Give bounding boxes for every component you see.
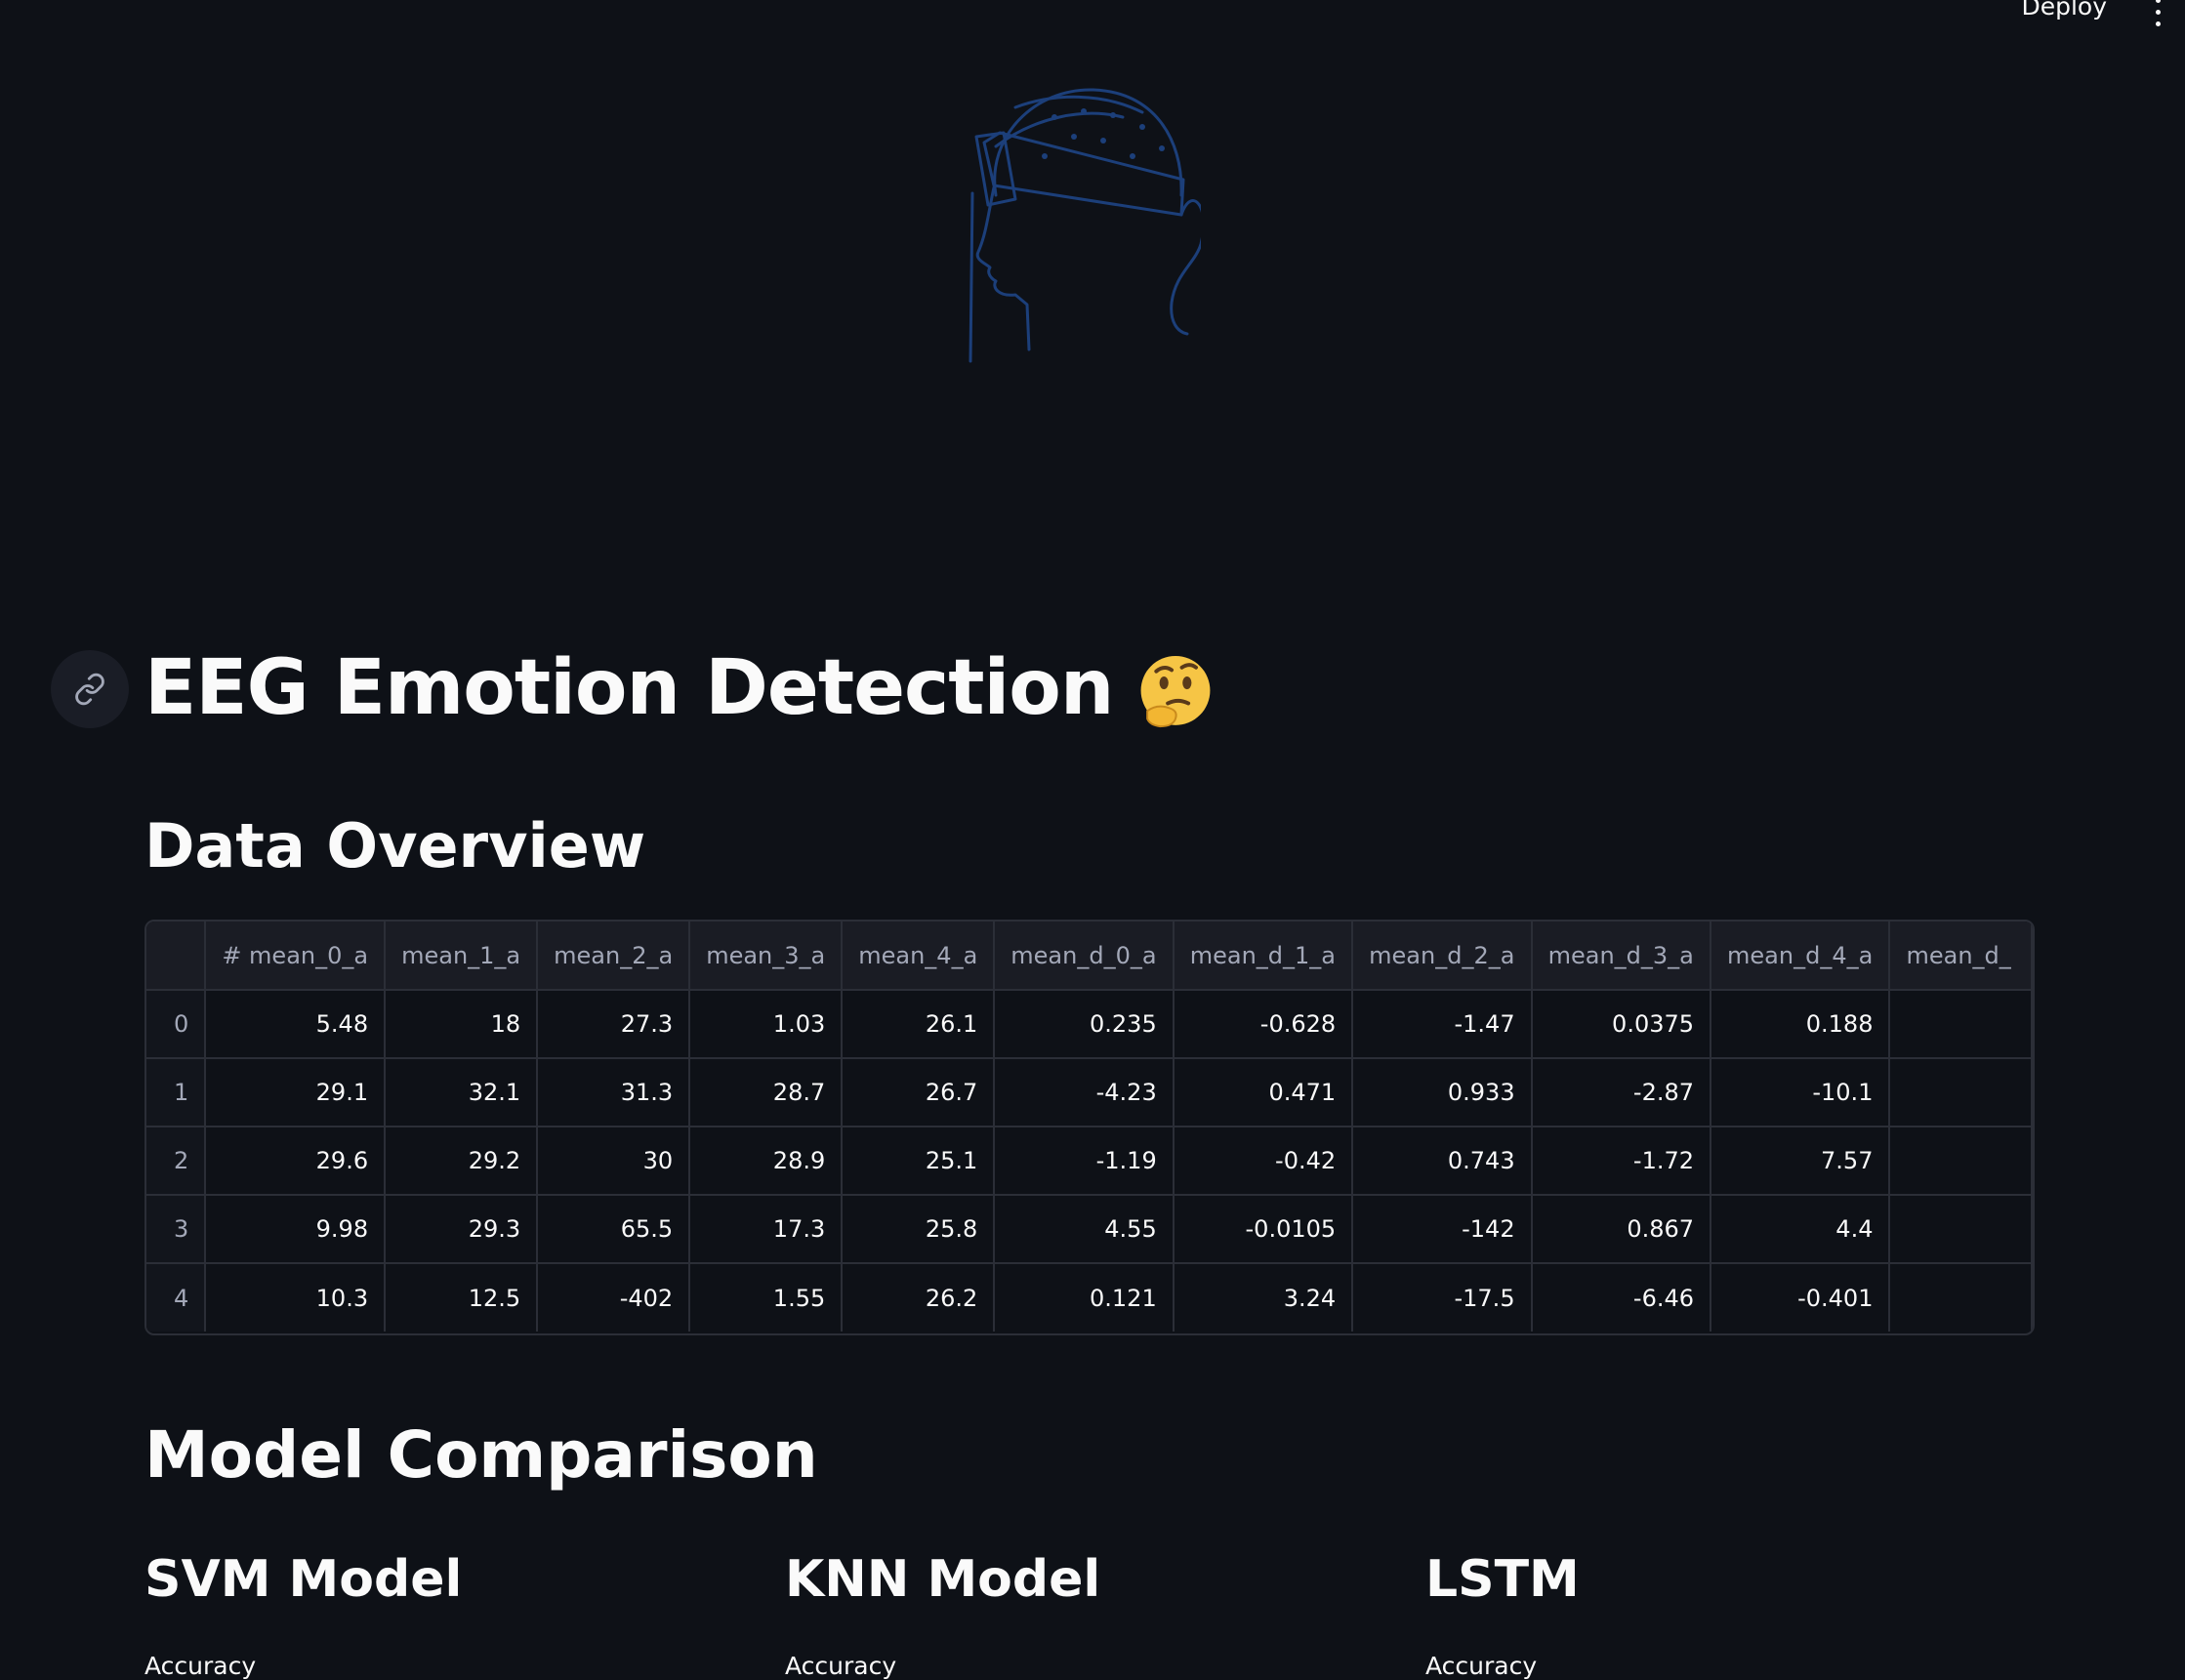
column-header[interactable]: mean_d_0_a bbox=[994, 922, 1175, 991]
model-heading: KNN Model bbox=[785, 1550, 1101, 1609]
column-header[interactable]: mean_1_a bbox=[385, 922, 539, 991]
table-cell[interactable]: 10.3 bbox=[205, 1263, 387, 1332]
column-header[interactable]: mean_3_a bbox=[689, 922, 844, 991]
table-cell[interactable]: -1.72 bbox=[1531, 1127, 1712, 1196]
table-cell[interactable]: 26.7 bbox=[842, 1058, 996, 1127]
data-table[interactable]: # mean_0_a mean_1_a mean_2_a mean_3_a me… bbox=[144, 920, 2035, 1335]
model-heading: SVM Model bbox=[144, 1550, 463, 1609]
table-cell[interactable]: 5.48 bbox=[205, 990, 387, 1059]
deploy-button[interactable]: Deploy bbox=[2021, 0, 2107, 20]
table-cell[interactable]: 0.0375 bbox=[1531, 990, 1712, 1059]
model-column-svm: SVM Model Accuracy bbox=[144, 1550, 462, 1680]
table-cell[interactable]: 4.55 bbox=[994, 1195, 1175, 1264]
app-header: Deploy bbox=[0, 0, 2185, 39]
table-cell[interactable]: 9.98 bbox=[205, 1195, 387, 1264]
thinking-face-emoji-icon bbox=[1140, 655, 1211, 727]
table-row: 1 29.1 32.1 31.3 28.7 26.7 -4.23 0.471 0… bbox=[146, 1058, 2033, 1127]
page-title-row: EEG Emotion Detection bbox=[51, 644, 1216, 734]
table-cell[interactable]: 0.867 bbox=[1531, 1195, 1712, 1264]
table-cell[interactable]: -6.46 bbox=[1531, 1263, 1712, 1332]
table-cell[interactable]: -4.23 bbox=[994, 1058, 1175, 1127]
model-heading: LSTM bbox=[1425, 1550, 1580, 1609]
table-row: 0 5.48 18 27.3 1.03 26.1 0.235 -0.628 -1… bbox=[146, 990, 2033, 1059]
table-cell[interactable]: 7.57 bbox=[1711, 1127, 1891, 1196]
table-cell[interactable]: 30 bbox=[537, 1127, 691, 1196]
table-cell[interactable] bbox=[1889, 1195, 2033, 1264]
model-column-lstm: LSTM Accuracy bbox=[1425, 1550, 1580, 1680]
table-cell[interactable]: 0.471 bbox=[1173, 1058, 1354, 1127]
table-cell[interactable]: 3.24 bbox=[1173, 1263, 1354, 1332]
row-index-cell[interactable]: 0 bbox=[146, 990, 207, 1059]
table-cell[interactable]: 26.1 bbox=[842, 990, 996, 1059]
table-cell[interactable]: -1.47 bbox=[1352, 990, 1533, 1059]
link-icon[interactable] bbox=[51, 649, 129, 728]
table-cell[interactable]: 17.3 bbox=[689, 1195, 844, 1264]
row-index-cell[interactable]: 3 bbox=[146, 1195, 207, 1264]
table-cell[interactable]: 0.121 bbox=[994, 1263, 1175, 1332]
row-index-cell[interactable]: 4 bbox=[146, 1263, 207, 1332]
table-cell[interactable]: 0.235 bbox=[994, 990, 1175, 1059]
table-cell[interactable]: 28.9 bbox=[689, 1127, 844, 1196]
more-vertical-icon[interactable] bbox=[2146, 0, 2169, 31]
table-cell[interactable]: 32.1 bbox=[385, 1058, 539, 1127]
table-cell[interactable]: 29.1 bbox=[205, 1058, 387, 1127]
table-cell[interactable]: 1.03 bbox=[689, 990, 844, 1059]
column-header[interactable]: mean_d_ bbox=[1889, 922, 2033, 991]
table-cell[interactable] bbox=[1889, 1058, 2033, 1127]
section-heading-model-comparison: Model Comparison bbox=[144, 1417, 818, 1493]
table-row: 3 9.98 29.3 65.5 17.3 25.8 4.55 -0.0105 … bbox=[146, 1195, 2033, 1264]
row-index-cell[interactable]: 1 bbox=[146, 1058, 207, 1127]
table-cell[interactable] bbox=[1889, 1263, 2033, 1332]
table-cell[interactable]: 18 bbox=[385, 990, 539, 1059]
table-cell[interactable]: 28.7 bbox=[689, 1058, 844, 1127]
table-cell[interactable]: -402 bbox=[537, 1263, 691, 1332]
table-cell[interactable]: -2.87 bbox=[1531, 1058, 1712, 1127]
table-cell[interactable]: 31.3 bbox=[537, 1058, 691, 1127]
table-cell[interactable]: 4.4 bbox=[1711, 1195, 1891, 1264]
table-cell[interactable]: -0.401 bbox=[1711, 1263, 1891, 1332]
row-index-cell[interactable]: 2 bbox=[146, 1127, 207, 1196]
table-cell[interactable]: 65.5 bbox=[537, 1195, 691, 1264]
column-header[interactable]: mean_d_4_a bbox=[1711, 922, 1891, 991]
section-heading-data-overview: Data Overview bbox=[144, 810, 646, 881]
table-cell[interactable]: 25.1 bbox=[842, 1127, 996, 1196]
table-cell[interactable]: -0.0105 bbox=[1173, 1195, 1354, 1264]
table-cell[interactable]: 29.3 bbox=[385, 1195, 539, 1264]
metric-label: Accuracy bbox=[1425, 1652, 1538, 1680]
column-header[interactable]: # mean_0_a bbox=[205, 922, 387, 991]
column-header[interactable]: mean_d_2_a bbox=[1352, 922, 1533, 991]
model-column-knn: KNN Model Accuracy bbox=[785, 1550, 1100, 1680]
table-cell[interactable]: 0.188 bbox=[1711, 990, 1891, 1059]
table-cell[interactable]: 29.6 bbox=[205, 1127, 387, 1196]
table-row: 4 10.3 12.5 -402 1.55 26.2 0.121 3.24 -1… bbox=[146, 1263, 2033, 1332]
table-row: 2 29.6 29.2 30 28.9 25.1 -1.19 -0.42 0.7… bbox=[146, 1127, 2033, 1196]
table-cell[interactable] bbox=[1889, 1127, 2033, 1196]
table-cell[interactable]: -17.5 bbox=[1352, 1263, 1533, 1332]
column-header[interactable]: mean_d_3_a bbox=[1531, 922, 1712, 991]
eeg-headset-head-illustration bbox=[969, 88, 1201, 363]
table-cell[interactable]: -10.1 bbox=[1711, 1058, 1891, 1127]
metric-label: Accuracy bbox=[785, 1652, 897, 1680]
table-cell[interactable]: 0.743 bbox=[1352, 1127, 1533, 1196]
table-cell[interactable]: 25.8 bbox=[842, 1195, 996, 1264]
table-cell[interactable]: -1.19 bbox=[994, 1127, 1175, 1196]
column-header[interactable]: mean_4_a bbox=[842, 922, 996, 991]
table-cell[interactable]: 12.5 bbox=[385, 1263, 539, 1332]
table-cell[interactable]: 27.3 bbox=[537, 990, 691, 1059]
table-cell[interactable]: 0.933 bbox=[1352, 1058, 1533, 1127]
page-title-text: EEG Emotion Detection bbox=[144, 644, 1114, 732]
table-cell[interactable] bbox=[1889, 990, 2033, 1059]
table-cell[interactable]: -0.42 bbox=[1173, 1127, 1354, 1196]
column-header[interactable]: mean_2_a bbox=[537, 922, 691, 991]
table-cell[interactable]: 26.2 bbox=[842, 1263, 996, 1332]
table-header-row: # mean_0_a mean_1_a mean_2_a mean_3_a me… bbox=[146, 922, 2033, 991]
metric-label: Accuracy bbox=[144, 1652, 257, 1680]
column-header[interactable] bbox=[146, 922, 207, 991]
page-title: EEG Emotion Detection bbox=[144, 644, 1216, 734]
table-cell[interactable]: 29.2 bbox=[385, 1127, 539, 1196]
table-cell[interactable]: -142 bbox=[1352, 1195, 1533, 1264]
column-header[interactable]: mean_d_1_a bbox=[1173, 922, 1354, 991]
table-cell[interactable]: -0.628 bbox=[1173, 990, 1354, 1059]
table-cell[interactable]: 1.55 bbox=[689, 1263, 844, 1332]
